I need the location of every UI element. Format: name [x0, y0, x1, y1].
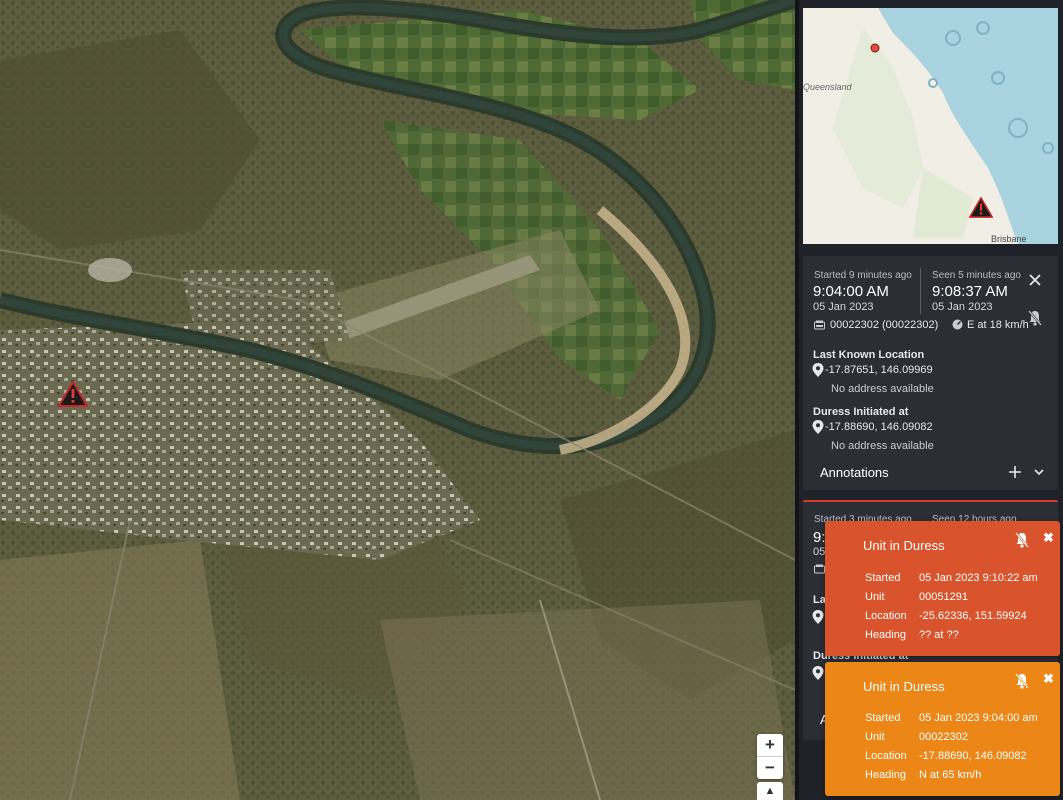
last-known-title: Last Known Location: [813, 349, 925, 361]
toast-started: 05 Jan 2023 9:10:22 am: [919, 572, 1038, 584]
close-icon[interactable]: ✖: [1043, 671, 1054, 687]
speedometer-icon: [952, 319, 963, 330]
toast-key: Unit: [865, 731, 885, 743]
seen-time: 9:08:37 AM: [932, 283, 1008, 300]
vehicle-icon: [814, 564, 825, 574]
column-divider: [920, 268, 921, 314]
started-time: 9:: [813, 529, 826, 546]
seen-date: 05 Jan 2023: [932, 301, 993, 313]
toast-row-heading: Heading ?? at ??: [865, 629, 959, 641]
annotations-label[interactable]: Annotations: [820, 465, 889, 480]
plus-icon[interactable]: [1009, 466, 1021, 478]
toast-location: -17.88690, 146.09082: [919, 750, 1027, 762]
started-date: 05: [813, 546, 826, 558]
heading-speed: E at 18 km/h: [967, 319, 1029, 331]
minimap-imagery: [803, 8, 1058, 244]
toast-row-started: Started 05 Jan 2023 9:04:00 am: [865, 712, 1038, 724]
close-icon[interactable]: [1029, 274, 1041, 286]
toast-key: Started: [865, 712, 901, 724]
toast-key: Started: [865, 572, 901, 584]
minimap-city-label: Brisbane: [991, 234, 1027, 244]
last-known-title: La: [813, 594, 826, 606]
bell-off-icon[interactable]: [1015, 673, 1029, 689]
vehicle-icon: [814, 320, 825, 330]
toast-title: Unit in Duress: [863, 538, 945, 553]
duress-initiated-title: Duress Initiated at: [813, 406, 909, 418]
toast-key: Heading: [865, 629, 906, 641]
chevron-down-icon[interactable]: [1034, 469, 1044, 476]
duress-toast[interactable]: Unit in Duress ✖ Started 05 Jan 2023 9:10…: [825, 521, 1060, 656]
toast-row-unit: Unit 00022302: [865, 731, 968, 743]
panel-edge: [795, 0, 799, 800]
last-known-coords[interactable]: -17.87651, 146.09969: [825, 364, 933, 376]
toast-heading: ?? at ??: [919, 629, 959, 641]
overview-minimap[interactable]: Queensland Brisbane: [803, 8, 1058, 244]
toast-key: Unit: [865, 591, 885, 603]
toast-key: Heading: [865, 769, 906, 781]
location-pin-icon: [812, 666, 824, 680]
zoom-in-button[interactable]: +: [757, 734, 783, 756]
location-pin-icon: [812, 363, 824, 377]
toast-unit: 00022302: [919, 731, 968, 743]
seen-ago-label: Seen 5 minutes ago: [932, 270, 1021, 281]
toast-row-heading: Heading N at 65 km/h: [865, 769, 981, 781]
minimap-region-label: Queensland: [803, 82, 852, 92]
duress-address: No address available: [831, 440, 934, 452]
duress-card[interactable]: Started 9 minutes ago 9:04:00 AM 05 Jan …: [803, 256, 1058, 490]
toast-row-location: Location -17.88690, 146.09082: [865, 750, 1027, 762]
duress-toast[interactable]: Unit in Duress ✖ Started 05 Jan 2023 9:04…: [825, 662, 1060, 796]
close-icon[interactable]: ✖: [1043, 530, 1054, 546]
started-time: 9:04:00 AM: [813, 283, 889, 300]
bell-off-icon[interactable]: [1015, 532, 1029, 548]
duress-coords[interactable]: -17.88690, 146.09082: [825, 421, 933, 433]
last-known-address: No address available: [831, 383, 934, 395]
toast-row-unit: Unit 00051291: [865, 591, 968, 603]
started-date: 05 Jan 2023: [813, 301, 874, 313]
warning-triangle-icon[interactable]: [969, 197, 993, 218]
toast-location: -25.62336, 151.59924: [919, 610, 1027, 622]
toast-unit: 00051291: [919, 591, 968, 603]
toast-title: Unit in Duress: [863, 679, 945, 694]
zoom-control: + −: [757, 734, 783, 779]
location-pin-icon: [812, 610, 824, 624]
unit-id: 00022302 (00022302): [830, 319, 939, 331]
toast-heading: N at 65 km/h: [919, 769, 982, 781]
compass-button[interactable]: ▲: [757, 782, 783, 800]
satellite-map[interactable]: + − ▲: [0, 0, 795, 800]
toast-row-started: Started 05 Jan 2023 9:10:22 am: [865, 572, 1038, 584]
toast-key: Location: [865, 610, 907, 622]
zoom-out-button[interactable]: −: [757, 756, 783, 779]
map-imagery: [0, 0, 795, 800]
toast-key: Location: [865, 750, 907, 762]
toast-row-location: Location -25.62336, 151.59924: [865, 610, 1027, 622]
location-pin-icon: [812, 420, 824, 434]
toast-started: 05 Jan 2023 9:04:00 am: [919, 712, 1038, 724]
started-ago-label: Started 9 minutes ago: [814, 270, 912, 281]
warning-triangle-icon[interactable]: [58, 381, 88, 407]
